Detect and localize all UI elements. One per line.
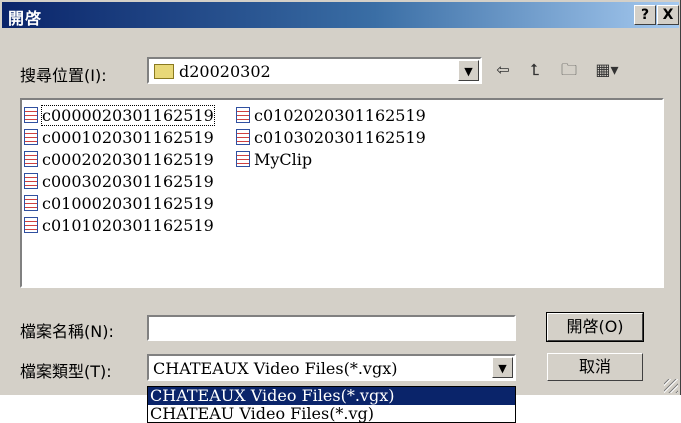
filetype-value: CHATEAUX Video Files(*.vgx) (153, 359, 398, 378)
list-item[interactable]: c0003020301162519 (24, 170, 214, 192)
open-button[interactable]: 開啓(O) (546, 312, 644, 342)
new-folder-icon[interactable]: 🗀 (556, 57, 582, 83)
video-file-icon (24, 151, 38, 167)
lookin-value: d20020302 (179, 62, 271, 81)
video-file-icon (236, 129, 250, 145)
list-item[interactable]: c0101020301162519 (24, 214, 214, 236)
file-list[interactable]: c0000020301162519 c0001020301162519 c000… (20, 98, 664, 288)
video-file-icon (24, 129, 38, 145)
folder-up-icon[interactable]: ⮤ (522, 57, 548, 83)
close-button[interactable]: X (657, 5, 679, 25)
open-file-dialog: 開啓 ? X 搜尋位置(I): d20020302 ▼ ⇦ ⮤ 🗀 ▦▾ c00… (0, 0, 681, 395)
lookin-label: 搜尋位置(I): (20, 66, 107, 85)
list-item[interactable]: c0002020301162519 (24, 148, 214, 170)
resize-grip[interactable] (664, 379, 678, 393)
title-bar[interactable]: 開啓 ? X (2, 2, 679, 28)
view-menu-icon[interactable]: ▦▾ (590, 57, 624, 83)
filename-label: 檔案名稱(N): (20, 322, 114, 341)
video-file-icon (24, 217, 38, 233)
cancel-button[interactable]: 取消 (547, 353, 643, 381)
dialog-title: 開啓 (8, 9, 43, 28)
list-item[interactable]: c0100020301162519 (24, 192, 214, 214)
video-file-icon (24, 107, 38, 123)
list-item[interactable]: c0103020301162519 (236, 126, 426, 148)
filename-input[interactable] (147, 315, 516, 341)
filetype-label: 檔案類型(T): (20, 362, 112, 381)
dropdown-option[interactable]: CHATEAUX Video Files(*.vgx) (148, 387, 515, 405)
back-arrow-icon[interactable]: ⇦ (490, 57, 516, 83)
video-file-icon (24, 195, 38, 211)
chevron-down-icon[interactable]: ▼ (458, 60, 479, 81)
dropdown-option[interactable]: CHATEAU Video Files(*.vg) (148, 405, 515, 423)
lookin-combobox[interactable]: d20020302 ▼ (147, 57, 482, 84)
list-item[interactable]: c0001020301162519 (24, 126, 214, 148)
video-file-icon (236, 151, 250, 167)
video-file-icon (24, 173, 38, 189)
list-item[interactable]: c0000020301162519 (24, 104, 215, 126)
filetype-dropdown-list[interactable]: CHATEAUX Video Files(*.vgx) CHATEAU Vide… (147, 386, 516, 423)
video-file-icon (236, 107, 250, 123)
list-item[interactable]: c0102020301162519 (236, 104, 426, 126)
help-button[interactable]: ? (634, 5, 656, 25)
list-item[interactable]: MyClip (236, 148, 312, 170)
filetype-combobox[interactable]: CHATEAUX Video Files(*.vgx) ▼ (147, 354, 516, 381)
chevron-down-icon[interactable]: ▼ (492, 357, 513, 378)
folder-icon (154, 64, 174, 79)
